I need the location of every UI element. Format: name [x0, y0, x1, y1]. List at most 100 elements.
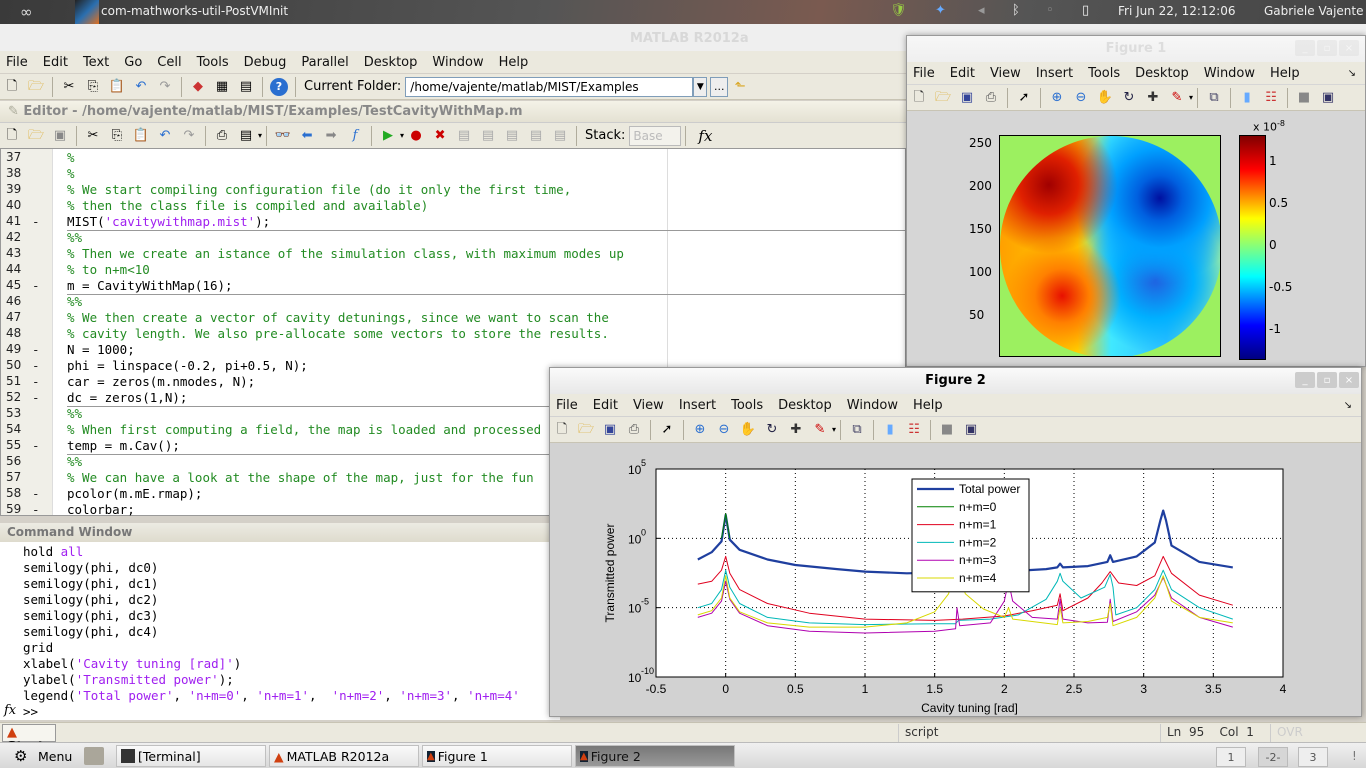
task-figure1[interactable]: ▲ Figure 1 — [422, 745, 572, 767]
find-icon[interactable]: 👓 — [274, 127, 292, 145]
fig2-menu-edit[interactable]: Edit — [593, 398, 618, 413]
user-menu[interactable]: Gabriele Vajente — [1264, 4, 1364, 18]
step-out-icon[interactable]: ▤ — [503, 127, 521, 145]
menu-parallel[interactable]: Parallel — [301, 55, 348, 70]
dock-arrow-icon[interactable]: ↘ — [1348, 68, 1356, 79]
redo-icon[interactable]: ↷ — [156, 78, 174, 96]
fig2-menu-file[interactable]: File — [556, 398, 578, 413]
print-icon[interactable]: ⎙ — [213, 127, 231, 145]
breakpoint-marker[interactable]: - — [32, 374, 40, 389]
open-folder-icon[interactable]: 🗁 — [27, 78, 45, 96]
code-line[interactable]: 40 % then the class file is compiled and … — [1, 198, 905, 214]
browse-folder-button[interactable]: ... — [710, 76, 729, 97]
run-icon[interactable]: ▶ — [379, 127, 397, 145]
new-figure-icon[interactable]: 🗋 — [553, 421, 571, 439]
step-in-icon[interactable]: ▤ — [479, 127, 497, 145]
print-icon[interactable]: ⎙ — [625, 421, 643, 439]
fig1-axes[interactable] — [999, 135, 1221, 357]
fig2-menu-window[interactable]: Window — [847, 398, 898, 413]
save-icon[interactable]: ▣ — [601, 421, 619, 439]
menu-tools[interactable]: Tools — [197, 55, 229, 70]
fig2-menu-view[interactable]: View — [633, 398, 664, 413]
fig1-menu-edit[interactable]: Edit — [950, 66, 975, 81]
copy-icon[interactable]: ⎘ — [84, 78, 102, 96]
wifi-icon[interactable]: ◦ — [1046, 3, 1054, 18]
stack-select[interactable]: Base — [629, 125, 682, 146]
pan-icon[interactable]: ✋ — [739, 421, 757, 439]
simulink-icon[interactable]: ◆ — [189, 78, 207, 96]
code-line[interactable]: 48 % cavity length. We also pre-allocate … — [1, 326, 905, 342]
fig1-menu-tools[interactable]: Tools — [1088, 66, 1120, 81]
clock[interactable]: Fri Jun 22, 12:12:06 — [1118, 4, 1235, 18]
code-line[interactable]: 45- m = CavityWithMap(16); — [1, 278, 905, 294]
desktop-logo-icon[interactable]: ∞ — [20, 3, 33, 21]
fx-icon[interactable]: fx — [4, 703, 16, 718]
profiler-icon[interactable]: ▤ — [237, 78, 255, 96]
cut-icon[interactable]: ✂ — [84, 127, 102, 145]
menu-help[interactable]: Help — [499, 55, 529, 70]
start-button[interactable]: ▲ Start — [2, 724, 56, 755]
pan-icon[interactable]: ✋ — [1096, 89, 1114, 107]
paste-icon[interactable]: 📋 — [132, 127, 150, 145]
save-icon[interactable]: ▣ — [51, 127, 69, 145]
code-line[interactable]: 41- MIST('cavitywithmap.mist'); — [1, 214, 905, 230]
menu-desktop[interactable]: Desktop — [364, 55, 418, 70]
menu-edit[interactable]: Edit — [43, 55, 68, 70]
workspace-1[interactable]: 1 — [1216, 747, 1246, 767]
undo-icon[interactable]: ↶ — [156, 127, 174, 145]
command-window[interactable]: hold all semilogy(phi, dc0) semilogy(phi, … — [0, 542, 560, 720]
breakpoint-marker[interactable]: - — [32, 438, 40, 453]
notification-icon[interactable]: ! — [1352, 749, 1357, 763]
battery-icon[interactable]: ▯ — [1082, 3, 1089, 18]
forward-arrow-icon[interactable]: ➡ — [322, 127, 340, 145]
minimize-button[interactable]: _ — [1295, 372, 1315, 388]
menu-cell[interactable]: Cell — [157, 55, 181, 70]
code-line[interactable]: 49- N = 1000; — [1, 342, 905, 358]
fig2-menu-tools[interactable]: Tools — [731, 398, 763, 413]
show-desktop-icon[interactable] — [84, 747, 104, 765]
paste-icon[interactable]: 📋 — [108, 78, 126, 96]
code-line[interactable]: 37% — [1, 150, 905, 166]
link-icon[interactable]: ⧉ — [1205, 89, 1223, 107]
new-figure-icon[interactable]: 🗋 — [910, 89, 928, 107]
rotate-icon[interactable]: ↻ — [1120, 89, 1138, 107]
colorbar-icon[interactable]: ▮ — [881, 421, 899, 439]
new-file-icon[interactable]: 🗋 — [3, 127, 21, 145]
open-icon[interactable]: 🗁 — [934, 89, 952, 107]
task-figure2[interactable]: ▲ Figure 2 — [575, 745, 735, 767]
legend-icon[interactable]: ☷ — [1262, 89, 1280, 107]
colorbar[interactable] — [1239, 135, 1266, 360]
run-dropdown-icon[interactable]: ▾ — [400, 131, 404, 140]
brush-icon[interactable]: ✎ — [1168, 89, 1186, 107]
maximize-button[interactable]: ▫ — [1317, 40, 1337, 56]
show-plot-tools-icon[interactable]: ▣ — [962, 421, 980, 439]
network-icon[interactable]: ✦ — [935, 3, 946, 18]
fx-icon[interactable]: fx — [698, 127, 712, 145]
comment-icon[interactable]: ▤ — [237, 127, 255, 145]
redo-icon[interactable]: ↷ — [180, 127, 198, 145]
colorbar-icon[interactable]: ▮ — [1238, 89, 1256, 107]
data-cursor-icon[interactable]: ✚ — [787, 421, 805, 439]
undo-icon[interactable]: ↶ — [132, 78, 150, 96]
hide-plot-tools-icon[interactable]: ■ — [938, 421, 956, 439]
brush-icon[interactable]: ✎ — [811, 421, 829, 439]
comment-dropdown-icon[interactable]: ▾ — [258, 131, 262, 140]
function-browser-icon[interactable]: f — [346, 127, 364, 145]
help-icon[interactable]: ? — [270, 77, 288, 96]
shield-check-icon[interactable]: 🛡 — [890, 3, 907, 18]
link-icon[interactable]: ⧉ — [848, 421, 866, 439]
zoom-in-icon[interactable]: ⊕ — [691, 421, 709, 439]
fig1-menu-window[interactable]: Window — [1204, 66, 1255, 81]
close-button[interactable]: × — [1339, 372, 1359, 388]
menu-window[interactable]: Window — [432, 55, 483, 70]
hide-plot-tools-icon[interactable]: ■ — [1295, 89, 1313, 107]
volume-icon[interactable]: ◂ — [978, 3, 985, 18]
brush-dropdown-icon[interactable]: ▾ — [832, 425, 836, 434]
guide-icon[interactable]: ▦ — [213, 78, 231, 96]
pointer-icon[interactable]: ➚ — [1015, 89, 1033, 107]
exit-debug-icon[interactable]: ▤ — [551, 127, 569, 145]
maximize-button[interactable]: ▫ — [1317, 372, 1337, 388]
menu-go[interactable]: Go — [124, 55, 142, 70]
fig2-menu-desktop[interactable]: Desktop — [778, 398, 832, 413]
fig1-menu-file[interactable]: File — [913, 66, 935, 81]
